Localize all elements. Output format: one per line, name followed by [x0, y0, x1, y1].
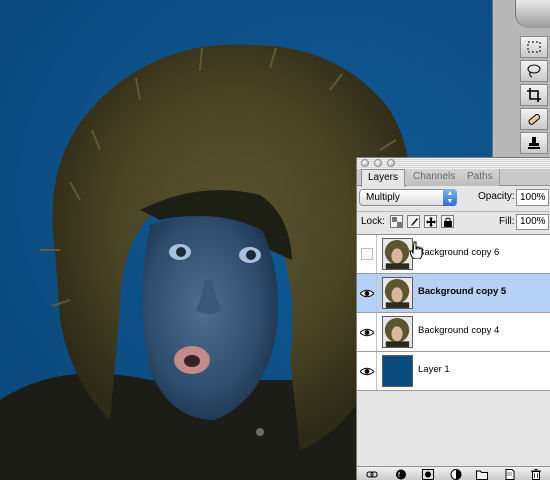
- lock-label: Lock:: [361, 216, 385, 227]
- layer-list: Background copy 6 Background copy 5 Back…: [357, 234, 550, 391]
- layer-name: Background copy 6: [418, 247, 500, 258]
- stamp-icon: [528, 137, 540, 149]
- marquee-tool-button[interactable]: [520, 36, 548, 58]
- eye-icon: [359, 289, 374, 297]
- half-circle-icon: [450, 469, 461, 480]
- close-button[interactable]: [361, 159, 369, 167]
- visibility-toggle[interactable]: [357, 313, 377, 351]
- svg-text:f: f: [398, 473, 400, 480]
- layer-row-background-copy-4[interactable]: Background copy 4: [357, 313, 550, 352]
- palette-tabs: Layers Channels Paths: [357, 169, 550, 187]
- lock-row: Lock: Fill: 100%: [357, 211, 550, 231]
- lasso-tool-button[interactable]: [520, 60, 548, 82]
- crop-tool-button[interactable]: [520, 84, 548, 106]
- brush-icon: [410, 217, 418, 226]
- blend-mode-select[interactable]: Multiply ▲ ▼: [359, 189, 457, 206]
- new-layer-button[interactable]: [503, 469, 516, 480]
- minimize-button[interactable]: [374, 159, 382, 167]
- tab-channels[interactable]: Channels: [407, 169, 463, 186]
- layer-name: Background copy 4: [418, 325, 500, 336]
- marquee-icon: [527, 41, 541, 53]
- visibility-toggle[interactable]: [357, 274, 377, 312]
- healing-brush-tool-button[interactable]: [520, 108, 548, 130]
- new-group-button[interactable]: [475, 469, 488, 480]
- folder-icon: [475, 470, 488, 480]
- lock-transparency-button[interactable]: [390, 215, 403, 228]
- tab-paths[interactable]: Paths: [461, 169, 500, 186]
- eye-icon: [359, 328, 374, 336]
- lock-all-button[interactable]: [441, 215, 454, 228]
- delete-layer-button[interactable]: [529, 469, 542, 480]
- mask-icon: [421, 469, 434, 480]
- portrait-thumbnail: [382, 277, 413, 309]
- chain-link-icon: [366, 471, 377, 478]
- layer-row-background-copy-5[interactable]: Background copy 5: [357, 274, 550, 313]
- lasso-icon: [527, 64, 541, 78]
- fx-icon: f: [395, 469, 406, 480]
- trash-icon: [530, 469, 541, 480]
- solid-blue-thumbnail: [382, 355, 413, 387]
- opacity-label: Opacity:: [478, 191, 515, 202]
- fill-field[interactable]: 100%: [516, 214, 549, 230]
- lock-image-button[interactable]: [407, 215, 420, 228]
- palette-footer: f: [357, 466, 550, 480]
- padlock-icon: [443, 217, 452, 227]
- new-page-icon: [505, 469, 514, 480]
- checkerboard-icon: [391, 216, 402, 227]
- lock-position-button[interactable]: [424, 215, 437, 228]
- tab-layers[interactable]: Layers: [361, 169, 406, 187]
- layer-name: Background copy 5: [418, 286, 507, 297]
- add-mask-button[interactable]: [421, 469, 434, 480]
- move-arrows-icon: [425, 216, 436, 227]
- layer-style-button[interactable]: f: [394, 469, 407, 480]
- layers-palette: Layers Channels Paths Multiply ▲ ▼ Opacit…: [356, 157, 550, 480]
- visibility-toggle[interactable]: [357, 235, 377, 273]
- clone-stamp-tool-button[interactable]: [520, 132, 548, 154]
- toolbox-logo: [515, 0, 550, 28]
- portrait-thumbnail: [382, 316, 413, 348]
- hand-cursor-icon: [409, 241, 423, 259]
- eye-icon: [359, 367, 374, 375]
- layer-row-background-copy-6[interactable]: Background copy 6: [357, 235, 550, 274]
- link-layers-button[interactable]: [365, 469, 378, 480]
- hidden-visibility-box: [360, 248, 373, 260]
- layer-row-layer-1[interactable]: Layer 1: [357, 352, 550, 391]
- visibility-toggle[interactable]: [357, 352, 377, 390]
- fill-label: Fill:: [499, 216, 515, 227]
- layer-name: Layer 1: [418, 364, 450, 375]
- zoom-button[interactable]: [387, 159, 395, 167]
- bandage-icon: [528, 113, 541, 125]
- crop-icon: [527, 88, 541, 102]
- new-adjustment-layer-button[interactable]: [449, 469, 462, 480]
- palette-titlebar[interactable]: [357, 158, 550, 169]
- updown-arrows-icon: ▲ ▼: [443, 189, 457, 206]
- opacity-field[interactable]: 100%: [516, 189, 549, 206]
- blend-mode-value: Multiply: [366, 192, 400, 203]
